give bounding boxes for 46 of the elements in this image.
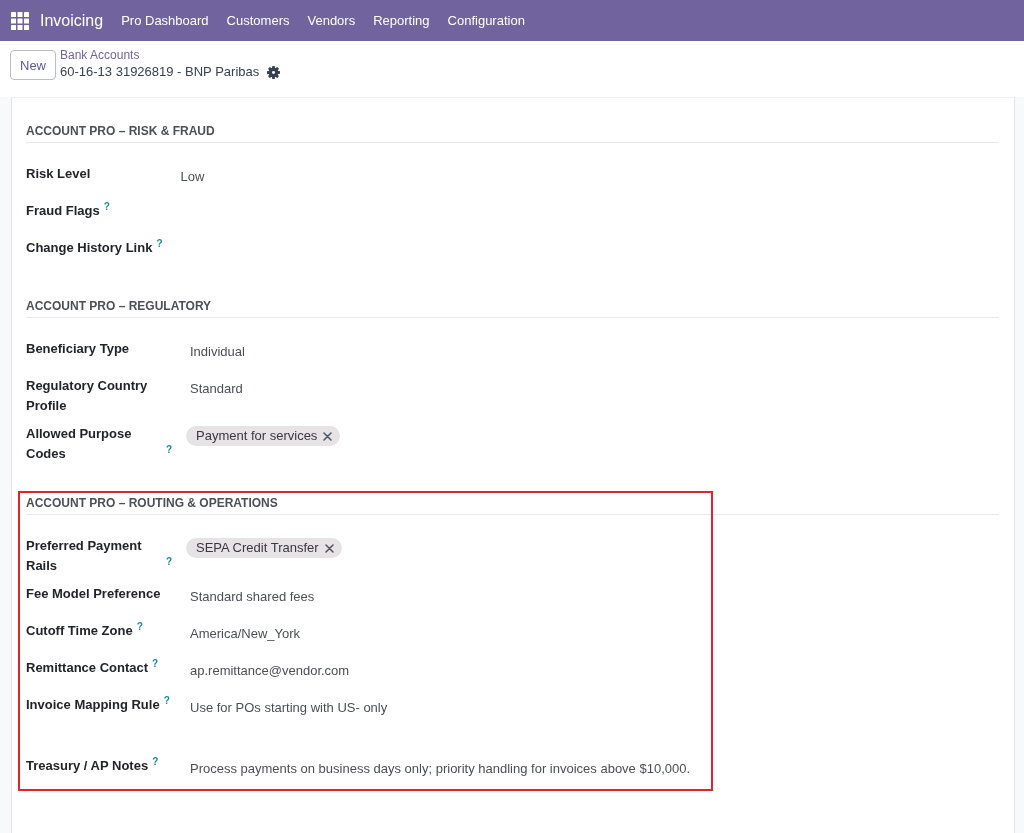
field-label: Allowed Purpose Codes [26, 425, 133, 463]
close-icon[interactable] [323, 431, 333, 441]
grid-icon[interactable] [11, 11, 29, 30]
menu-item[interactable]: Customers [217, 13, 299, 28]
gear-icon[interactable] [267, 65, 281, 79]
field-label: Treasury / AP Notes [26, 757, 149, 775]
field-value[interactable]: ap.remittance@vendor.com [190, 663, 350, 678]
field-label: Change History Link [26, 239, 153, 257]
field-value[interactable]: Low [180, 169, 205, 184]
field-label: Fraud Flags [26, 202, 100, 220]
menu-item[interactable]: Vendors [298, 13, 365, 28]
new-button[interactable]: New [10, 50, 56, 80]
field-label: Remittance Contact [26, 659, 149, 677]
field-label: Fee Model Preference [26, 585, 161, 603]
record-title: 60-16-13 31926819 - BNP Paribas [60, 63, 260, 81]
help-tooltip-mark[interactable]: ? [156, 239, 163, 249]
app-name-link[interactable]: Invoicing [40, 11, 104, 30]
field-value[interactable]: Standard [190, 381, 243, 396]
section-title: ACCOUNT PRO – REGULATORY [26, 298, 999, 318]
field-label: Beneficiary Type [26, 340, 130, 358]
field-value[interactable]: America/New_York [190, 626, 301, 641]
field-value[interactable]: Process payments on business days only; priority handling for invoices above $10,000. [190, 761, 691, 776]
field-value[interactable]: Use for POs starting with US- only [190, 700, 388, 715]
menu-item[interactable]: Reporting [364, 13, 439, 28]
field-label: Regulatory Country Profile [26, 377, 149, 415]
field-label: Risk Level [26, 165, 91, 183]
field-value[interactable]: Standard shared fees [190, 589, 315, 604]
help-tooltip-mark[interactable]: ? [136, 622, 143, 632]
close-icon[interactable] [324, 543, 334, 553]
field-label: Invoice Mapping Rule [26, 696, 160, 714]
breadcrumb-link[interactable]: Bank Accounts [60, 47, 140, 63]
help-tooltip-mark[interactable]: ? [165, 557, 172, 567]
help-tooltip-mark[interactable]: ? [165, 445, 172, 455]
section-title: ACCOUNT PRO – RISK & FRAUD [26, 123, 999, 143]
menu-item[interactable]: Configuration [438, 13, 534, 28]
field-label: Cutoff Time Zone [26, 622, 133, 640]
section-title: ACCOUNT PRO – ROUTING & OPERATIONS [26, 495, 999, 515]
help-tooltip-mark[interactable]: ? [103, 202, 110, 212]
help-tooltip-mark[interactable]: ? [163, 696, 170, 706]
menu-item[interactable]: Pro Dashboard [112, 13, 218, 28]
help-tooltip-mark[interactable]: ? [152, 659, 159, 669]
field-value[interactable]: Individual [190, 344, 245, 359]
field-label: Preferred Payment Rails [26, 537, 143, 575]
help-tooltip-mark[interactable]: ? [152, 757, 159, 767]
tag-label: SEPA Credit Transfer [196, 539, 319, 557]
tag-label: Payment for services [196, 427, 318, 445]
